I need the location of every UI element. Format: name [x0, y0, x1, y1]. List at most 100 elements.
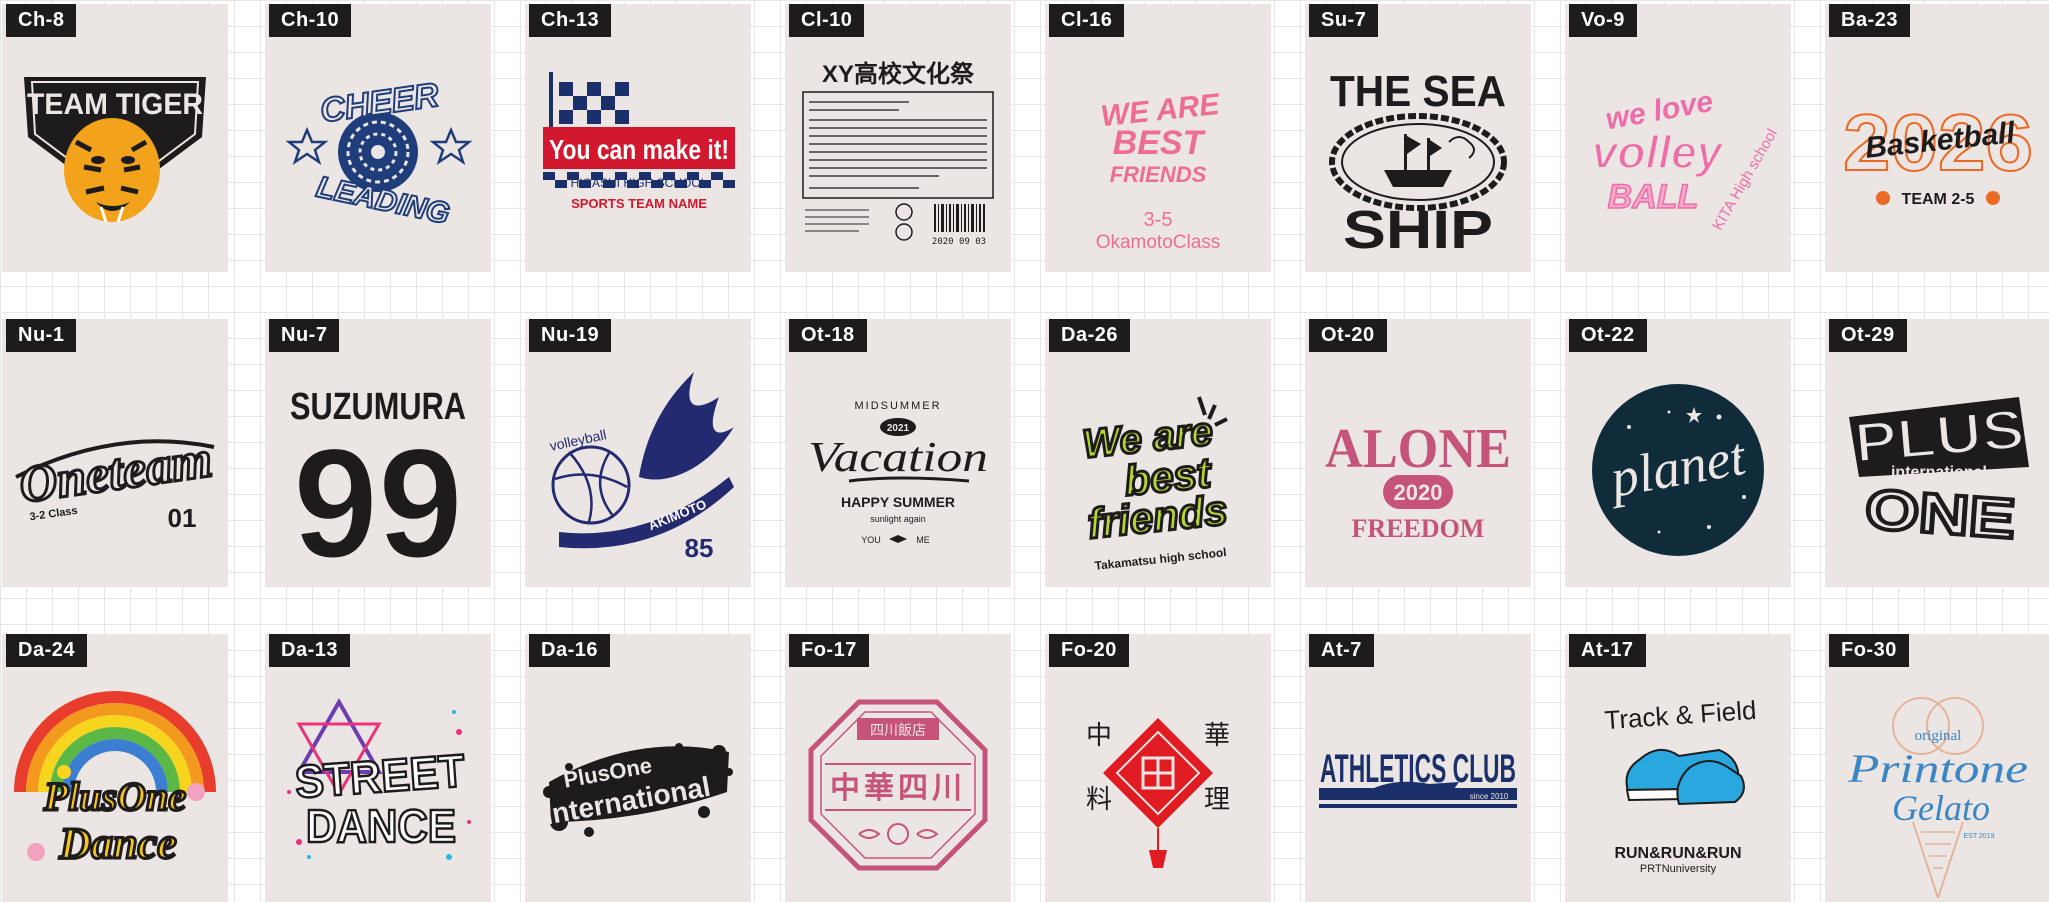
design-artwork: MIDSUMMER 2021 Vacation HAPPY SUMMER sun… — [789, 357, 1007, 583]
design-artwork: XY高校文化祭 2020 09 03 — [789, 42, 1007, 268]
design-code: Cl-16 — [1049, 4, 1125, 37]
design-card[interactable]: Fo-20 中 華 料 理 — [1045, 634, 1271, 902]
design-text: Dance — [58, 819, 176, 868]
design-card[interactable]: Ch-8 TEAM TIGER — [2, 4, 228, 272]
design-card[interactable]: Ot-22 planet — [1565, 319, 1791, 587]
design-card[interactable]: Ch-13 You can make it! HIGASHI HIGH SCHO… — [525, 4, 751, 272]
design-text: OkamotoClass — [1096, 232, 1221, 253]
design-artwork: planet — [1569, 357, 1787, 583]
design-card[interactable]: Cl-16 WE ARE BEST FRIENDS 3-5 OkamotoCla… — [1045, 4, 1271, 272]
design-card[interactable]: Fo-17 四川飯店 中華四川 — [785, 634, 1011, 902]
design-text: friends — [1085, 486, 1229, 547]
design-code: Ot-29 — [1829, 319, 1907, 352]
design-code: Ch-8 — [6, 4, 77, 37]
design-text: TEAM 2-5 — [1902, 191, 1975, 208]
design-text: PRTNuniversity — [1640, 863, 1717, 875]
design-code: Da-16 — [529, 634, 610, 667]
design-artwork: We are best friends Takamatsu high schoo… — [1049, 357, 1267, 583]
design-text: 中華四川 — [830, 772, 966, 805]
design-text: SHIP — [1343, 200, 1493, 260]
design-card[interactable]: Cl-10 XY高校文化祭 2020 09 03 — [785, 4, 1011, 272]
design-text: 3-5 — [1144, 209, 1173, 231]
design-artwork: PlusOne International — [529, 672, 747, 898]
design-text: 2021 — [887, 423, 910, 434]
design-text: 85 — [685, 533, 714, 563]
design-text: sunlight again — [870, 514, 926, 524]
design-code: Ot-20 — [1309, 319, 1387, 352]
design-text: Printone — [1847, 746, 2028, 791]
design-card[interactable]: Su-7 THE SEA SHIP — [1305, 4, 1531, 272]
design-code: Su-7 — [1309, 4, 1379, 37]
design-card[interactable]: Ot-18 MIDSUMMER 2021 Vacation HAPPY SUMM… — [785, 319, 1011, 587]
design-text: FREEDOM — [1352, 514, 1485, 543]
design-code: Cl-10 — [789, 4, 865, 37]
design-card[interactable]: Nu-19 volleyball AKIMOTO 85 — [525, 319, 751, 587]
design-code: At-7 — [1309, 634, 1374, 667]
design-code: Da-24 — [6, 634, 87, 667]
design-code: Ch-10 — [269, 4, 352, 37]
design-text: volley — [1592, 126, 1725, 178]
design-text: Oneteam — [16, 431, 216, 514]
design-card[interactable]: At-7 ATHLETICS CLUB since 2010 — [1305, 634, 1531, 902]
design-code: Fo-17 — [789, 634, 869, 667]
design-text: Track & Field — [1603, 695, 1757, 736]
design-text: 99 — [293, 417, 463, 583]
design-code: Da-26 — [1049, 319, 1130, 352]
design-card[interactable]: Ot-20 ALONE 2020 FREEDOM — [1305, 319, 1531, 587]
design-card[interactable]: Ch-10 CHEER LEADING — [265, 4, 491, 272]
design-catalog-grid: Ch-8 TEAM TIGER Ch-10 CHEER LEADING Ch-1… — [0, 0, 2049, 902]
design-text: FRIENDS — [1110, 162, 1207, 187]
design-text: AKIMOTO — [646, 496, 708, 533]
design-card[interactable]: Ba-23 2026 Basketball TEAM 2-5 — [1825, 4, 2049, 272]
design-card[interactable]: Da-24 PlusOne Dance — [2, 634, 228, 902]
design-artwork: volleyball AKIMOTO 85 — [529, 357, 747, 583]
design-text: HAPPY SUMMER — [841, 494, 955, 510]
design-artwork: ALONE 2020 FREEDOM — [1309, 357, 1527, 583]
design-text: MIDSUMMER — [854, 400, 941, 412]
design-text: 01 — [168, 503, 197, 533]
design-text: RUN&RUN&RUN — [1614, 845, 1741, 862]
design-card[interactable]: Da-16 PlusOne International — [525, 634, 751, 902]
design-code: Nu-1 — [6, 319, 77, 352]
design-text: STREET — [293, 744, 466, 808]
design-text: 中 — [1086, 720, 1112, 750]
design-text: TEAM TIGER — [27, 88, 203, 121]
design-artwork: THE SEA SHIP — [1309, 42, 1527, 268]
design-artwork: You can make it! HIGASHI HIGH SCHOOL SPO… — [529, 42, 747, 268]
design-artwork: WE ARE BEST FRIENDS 3-5 OkamotoClass — [1049, 42, 1267, 268]
design-text: international — [1891, 464, 1987, 481]
design-card[interactable]: Da-13 STREET DANCE — [265, 634, 491, 902]
design-text: DANCE — [306, 800, 456, 852]
design-code: Ot-18 — [789, 319, 867, 352]
design-card[interactable]: Vo-9 we love volley BALL KITA High schoo… — [1565, 4, 1791, 272]
design-text: ME — [916, 535, 930, 545]
design-text: YOU — [861, 535, 881, 545]
design-artwork: PLUS international ONE — [1829, 357, 2047, 583]
design-text: Vacation — [808, 435, 988, 481]
design-card[interactable]: Nu-1 Oneteam 3-2 Class 01 — [2, 319, 228, 587]
design-artwork: SUZUMURA 99 — [269, 357, 487, 583]
design-code: Nu-19 — [529, 319, 612, 352]
design-card[interactable]: At-17 Track & Field RUN&RUN&RUN PRTNuniv… — [1565, 634, 1791, 902]
design-artwork: original Printone Gelato EST 2019 — [1829, 672, 2047, 898]
design-code: Ot-22 — [1569, 319, 1647, 352]
design-card[interactable]: Ot-29 PLUS international ONE — [1825, 319, 2049, 587]
design-code: Ch-13 — [529, 4, 612, 37]
design-text: original — [1915, 728, 1962, 744]
design-card[interactable]: Fo-30 original Printone Gelato EST 2019 — [1825, 634, 2049, 902]
design-code: Nu-7 — [269, 319, 340, 352]
design-text: Gelato — [1892, 788, 1990, 828]
design-code: Fo-30 — [1829, 634, 1909, 667]
design-code: Vo-9 — [1569, 4, 1637, 37]
design-text: SPORTS TEAM NAME — [571, 196, 707, 211]
design-artwork: Oneteam 3-2 Class 01 — [6, 357, 224, 583]
design-artwork: we love volley BALL KITA High school — [1569, 42, 1787, 268]
design-card[interactable]: Nu-7 SUZUMURA 99 — [265, 319, 491, 587]
design-artwork: PlusOne Dance — [6, 672, 224, 898]
design-text: 四川飯店 — [870, 722, 926, 738]
design-artwork: 中 華 料 理 — [1049, 672, 1267, 898]
design-artwork: TEAM TIGER — [6, 42, 224, 268]
design-card[interactable]: Da-26 We are best friends Takamatsu high… — [1045, 319, 1271, 587]
design-text: HIGASHI HIGH SCHOOL — [571, 176, 708, 190]
design-text: since 2010 — [1470, 792, 1509, 801]
